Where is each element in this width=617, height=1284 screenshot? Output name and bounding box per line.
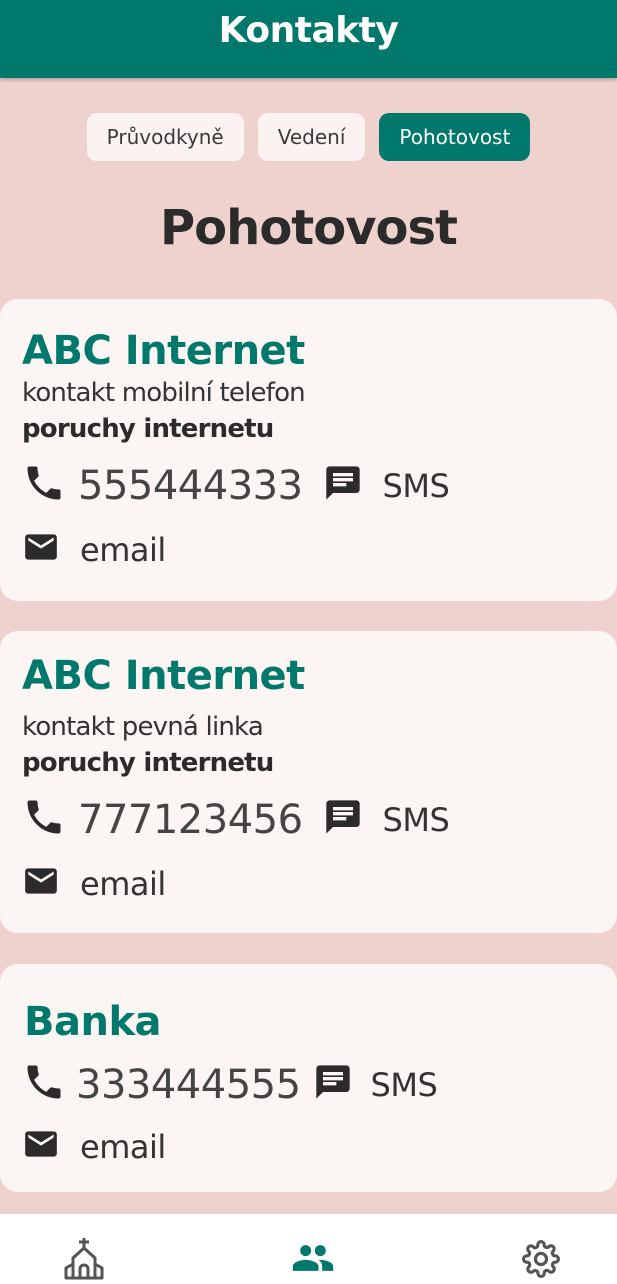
contact-name: ABC Internet — [22, 328, 305, 374]
email-row[interactable]: email — [22, 862, 617, 905]
phone-icon[interactable] — [22, 461, 66, 510]
nav-church-button[interactable] — [63, 1236, 105, 1284]
message-icon[interactable] — [323, 797, 363, 842]
contact-actions: 333444555 SMS — [22, 1060, 617, 1109]
mail-icon[interactable] — [22, 862, 60, 905]
contact-name: Banka — [24, 999, 162, 1045]
contact-note: poruchy internetu — [22, 414, 274, 444]
page-title: Kontakty — [218, 10, 399, 51]
email-button[interactable]: email — [80, 531, 166, 569]
tab-pohotovost[interactable]: Pohotovost — [379, 113, 531, 161]
phone-icon[interactable] — [22, 1060, 66, 1109]
email-row[interactable]: email — [22, 1125, 617, 1168]
contact-card: ABC Internet kontakt mobilní telefon por… — [0, 299, 617, 601]
tab-vedeni[interactable]: Vedení — [257, 113, 366, 161]
nav-settings-button[interactable] — [522, 1240, 560, 1283]
contact-name: ABC Internet — [22, 653, 305, 699]
church-icon — [64, 1238, 104, 1280]
contact-description: kontakt pevná linka — [22, 712, 264, 742]
email-button[interactable]: email — [80, 865, 166, 903]
phone-icon[interactable] — [22, 795, 66, 844]
phone-number-link[interactable]: 333444555 — [76, 1062, 301, 1108]
mail-icon[interactable] — [22, 1125, 60, 1168]
section-title: Pohotovost — [159, 200, 458, 256]
sms-button[interactable]: SMS — [383, 467, 450, 505]
phone-number-link[interactable]: 777123456 — [78, 797, 303, 843]
sms-button[interactable]: SMS — [383, 801, 450, 839]
bottom-nav — [0, 1214, 617, 1284]
mail-icon[interactable] — [22, 528, 60, 571]
contact-note: poruchy internetu — [22, 748, 274, 778]
email-row[interactable]: email — [22, 528, 617, 571]
gear-icon — [522, 1240, 560, 1278]
contact-card: Banka 333444555 SMS email — [0, 964, 617, 1192]
message-icon[interactable] — [323, 463, 363, 508]
contact-actions: 777123456 SMS — [22, 795, 617, 844]
email-button[interactable]: email — [80, 1128, 166, 1166]
sms-button[interactable]: SMS — [371, 1066, 438, 1104]
message-icon[interactable] — [313, 1062, 353, 1107]
contact-description: kontakt mobilní telefon — [22, 378, 306, 408]
app-header: Kontakty — [0, 0, 617, 78]
phone-number-link[interactable]: 555444333 — [78, 463, 303, 509]
nav-contacts-button[interactable] — [291, 1242, 335, 1279]
tab-pruvodkyne[interactable]: Průvodkyně — [86, 113, 244, 161]
category-tabs: Průvodkyně Vedení Pohotovost — [0, 113, 617, 161]
people-icon — [292, 1245, 334, 1271]
contact-card: ABC Internet kontakt pevná linka poruchy… — [0, 631, 617, 933]
contact-actions: 555444333 SMS — [22, 461, 617, 510]
